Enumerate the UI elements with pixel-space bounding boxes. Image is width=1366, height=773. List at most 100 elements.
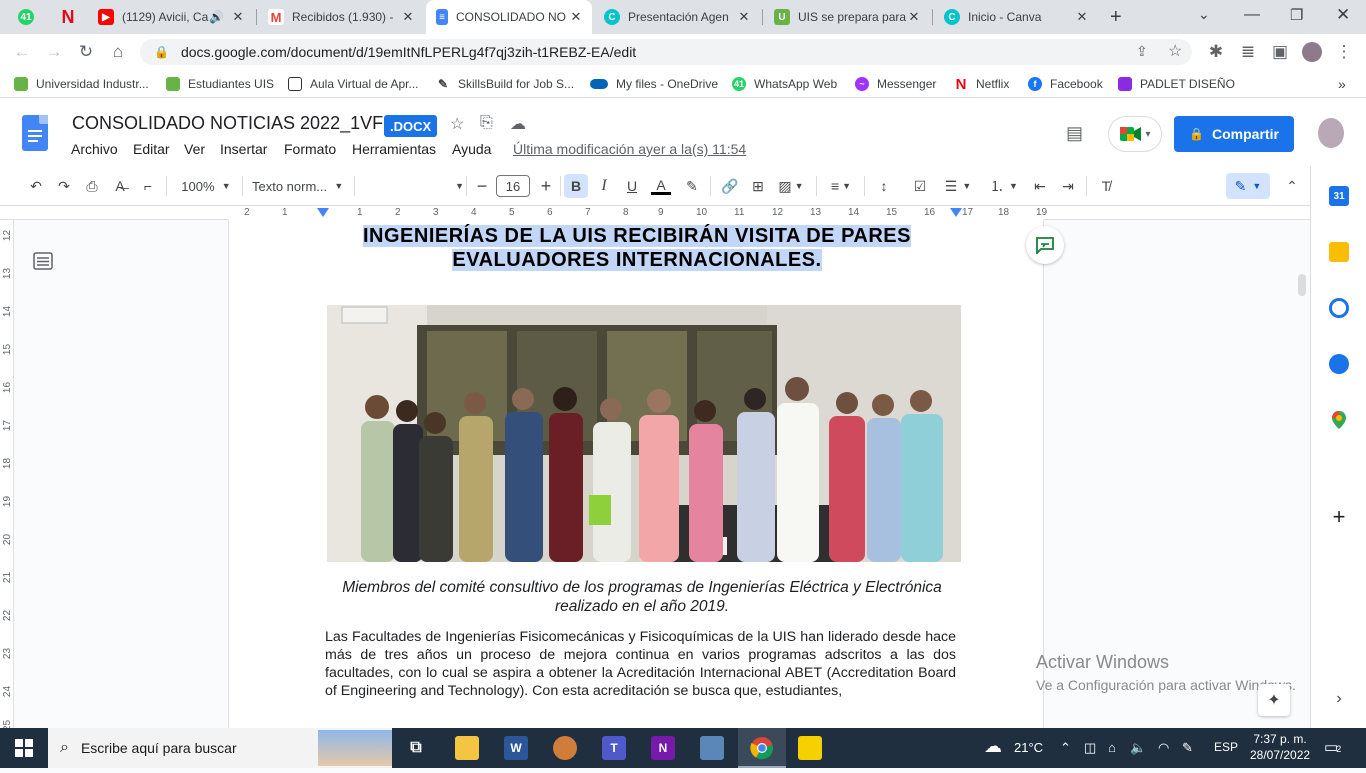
menu-insertar[interactable]: Insertar (220, 141, 267, 157)
undo-icon[interactable]: ↶ (26, 176, 46, 196)
align-icon[interactable]: ≡ ▼ (826, 176, 856, 196)
kebab-menu-icon[interactable]: ⋮ (1332, 40, 1356, 64)
close-tab-icon[interactable]: ✕ (568, 9, 584, 25)
checklist-icon[interactable]: ☑ (910, 176, 930, 196)
text-color-button[interactable]: A (650, 176, 672, 196)
tab-whatsapp[interactable]: 41 (8, 0, 48, 34)
photo-caption[interactable]: Miembros del comité consultivo de los pr… (325, 578, 959, 616)
document-title[interactable]: CONSOLIDADO NOTICIAS 2022_1VF (72, 113, 383, 134)
forward-arrow-icon[interactable]: → (42, 40, 66, 64)
onenote-icon[interactable]: N (651, 736, 675, 760)
zoom-select[interactable]: 100% ▼ (176, 176, 236, 196)
input-language[interactable]: ESP (1214, 740, 1238, 754)
back-arrow-icon[interactable]: ← (10, 40, 34, 64)
font-size-input[interactable]: 16 (496, 175, 530, 197)
word-icon[interactable]: W (504, 736, 528, 760)
media-queue-icon[interactable]: ≣ (1236, 40, 1260, 64)
tasks-icon[interactable] (1329, 298, 1349, 318)
sticky-notes-icon[interactable] (798, 736, 822, 760)
add-comment-button[interactable] (1026, 226, 1064, 264)
close-tab-icon[interactable]: ✕ (736, 9, 752, 25)
menu-archivo[interactable]: Archivo (71, 141, 118, 157)
tab-uis[interactable]: U UIS se prepara para ✕ (764, 0, 930, 34)
google-docs-logo-icon[interactable] (22, 115, 48, 151)
chrome-taskbar-button[interactable] (738, 728, 786, 768)
show-side-panel-chevron-icon[interactable]: › (1329, 690, 1349, 710)
bulleted-list-icon[interactable]: ☰ ▼ (940, 176, 976, 196)
collapse-menus-chevron-icon[interactable]: ⌃ (1282, 176, 1302, 196)
remote-desktop-icon[interactable] (700, 736, 724, 760)
underline-button[interactable]: U (622, 176, 642, 196)
restore-icon[interactable]: ❐ (1290, 6, 1303, 24)
close-tab-icon[interactable]: ✕ (906, 9, 922, 25)
clear-formatting-icon[interactable]: T̸ (1096, 176, 1116, 196)
tab-canva-presentation[interactable]: C Presentación Agen ✕ (594, 0, 760, 34)
numbered-list-icon[interactable]: ⒈ ▼ (986, 176, 1022, 196)
print-icon[interactable]: ⎙ (82, 176, 102, 196)
calendar-icon[interactable]: 31 (1329, 186, 1349, 206)
tab-canva-home[interactable]: C Inicio - Canva ✕ (934, 0, 1098, 34)
share-button[interactable]: 🔒 Compartir (1174, 116, 1294, 152)
insert-link-icon[interactable]: 🔗 (720, 176, 740, 196)
teams-icon[interactable]: T (602, 736, 626, 760)
side-panel-icon[interactable]: ▣ (1268, 40, 1292, 64)
add-comment-icon[interactable]: ⊞ (748, 176, 768, 196)
group-photo[interactable] (327, 305, 961, 562)
document-page[interactable]: INGENIERÍAS DE LA UIS RECIBIRÁN VISITA D… (228, 220, 1044, 728)
tab-netflix[interactable]: N (50, 0, 86, 34)
keep-icon[interactable] (1329, 242, 1349, 262)
clock[interactable]: 7:37 p. m. 28/07/2022 (1250, 732, 1310, 762)
decrease-font-size-icon[interactable]: − (472, 176, 492, 196)
bold-button[interactable]: B (564, 174, 588, 198)
comments-history-icon[interactable]: ▤ (1066, 123, 1083, 144)
close-tab-icon[interactable]: ✕ (230, 9, 246, 25)
profile-avatar[interactable] (1300, 40, 1324, 64)
address-bar[interactable]: 🔒 docs.google.com/document/d/19emItNfLPE… (140, 39, 1192, 65)
file-explorer-icon[interactable] (455, 736, 479, 760)
line-spacing-icon[interactable]: ↕ (874, 176, 894, 196)
editing-mode-button[interactable]: ✎ ▼ (1226, 173, 1270, 199)
document-canvas[interactable]: 12 13 14 15 16 17 18 19 20 21 22 23 24 2… (0, 220, 1310, 728)
bookmark-padlet[interactable]: PADLET DISEÑO (1118, 75, 1235, 93)
meet-button[interactable]: ▾ (1108, 116, 1162, 152)
close-tab-icon[interactable]: ✕ (1074, 9, 1090, 25)
explore-sparkle-button[interactable]: ✦ (1258, 684, 1290, 716)
bookmark-messenger[interactable]: ~ Messenger (855, 75, 936, 93)
increase-indent-icon[interactable]: ⇥ (1058, 176, 1078, 196)
close-window-icon[interactable]: ✕ (1336, 5, 1350, 25)
decrease-indent-icon[interactable]: ⇤ (1030, 176, 1050, 196)
home-icon[interactable]: ⌂ (106, 40, 130, 64)
show-hidden-icons-chevron-icon[interactable]: ⌃ (1060, 740, 1071, 756)
insert-image-icon[interactable]: ▨ ▼ (776, 176, 806, 196)
redo-icon[interactable]: ↷ (54, 176, 74, 196)
contacts-icon[interactable] (1329, 354, 1349, 374)
right-indent-marker[interactable] (950, 208, 962, 217)
get-addons-plus-icon[interactable]: + (1329, 506, 1349, 528)
last-modified-link[interactable]: Última modificación ayer a la(s) 11:54 (513, 141, 746, 157)
menu-ver[interactable]: Ver (184, 141, 205, 157)
spellcheck-icon[interactable]: A̶ (110, 176, 130, 196)
menu-editar[interactable]: Editar (133, 141, 170, 157)
share-page-icon[interactable]: ⇪ (1136, 43, 1148, 60)
star-icon[interactable]: ☆ (450, 114, 464, 134)
bookmark-netflix[interactable]: N Netflix (954, 75, 1010, 93)
left-indent-marker[interactable] (317, 208, 329, 217)
new-tab-plus-icon[interactable]: + (1110, 6, 1122, 29)
paint-format-icon[interactable]: ⌐ (138, 176, 158, 196)
onedrive-tray-icon[interactable]: ⌂ (1108, 740, 1116, 755)
more-bookmarks-icon[interactable]: » (1338, 75, 1346, 93)
tab-search-chevron-icon[interactable]: ⌄ (1198, 6, 1210, 23)
extensions-puzzle-icon[interactable]: ✱ (1204, 40, 1228, 64)
maps-icon[interactable] (1329, 410, 1349, 430)
windows-start-button[interactable] (0, 728, 48, 768)
pen-workspace-icon[interactable]: ✎ (1182, 740, 1193, 756)
document-outline-icon[interactable] (33, 252, 53, 275)
volume-icon[interactable]: 🔈 (1130, 740, 1146, 756)
cloud-status-icon[interactable]: ☁ (510, 114, 526, 134)
tab-youtube[interactable]: ▶ (1129) Avicii, Ca 🔊 ✕ (88, 0, 254, 34)
taskbar-search-box[interactable]: ⌕ Escribe aquí para buscar (48, 728, 392, 768)
bookmark-star-icon[interactable]: ☆ (1168, 41, 1182, 61)
bookmark-whatsapp[interactable]: 41 WhatsApp Web (732, 75, 837, 93)
bookmark-skillsbuild[interactable]: ✎ SkillsBuild for Job S... (436, 75, 574, 93)
bookmark-facebook[interactable]: f Facebook (1028, 75, 1103, 93)
